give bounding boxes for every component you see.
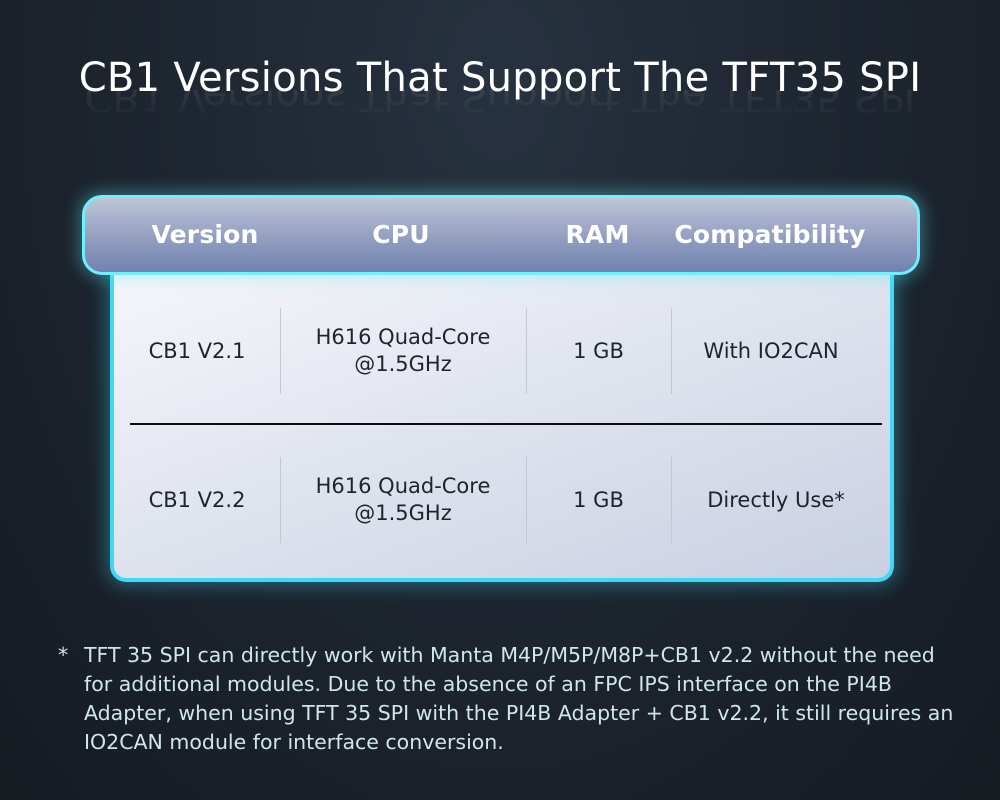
header-cpu: CPU [372, 220, 430, 249]
cpu-line-1: H616 Quad-Core [315, 474, 491, 498]
footnote-text: TFT 35 SPI can directly work with Manta … [84, 643, 954, 754]
table-row: CB1 V2.1 H616 Quad-Core @1.5GHz 1 GB Wit… [114, 308, 890, 398]
footnote: * TFT 35 SPI can directly work with Mant… [58, 641, 958, 757]
cell-compatibility: With IO2CAN [703, 338, 839, 363]
footnote-marker: * [58, 643, 69, 667]
cpu-line-2: @1.5GHz [354, 501, 452, 525]
cell-cpu: H616 Quad-Core @1.5GHz [280, 457, 526, 543]
header-compatibility: Compatibility [674, 220, 866, 249]
title-block: CB1 Versions That Support The TFT35 SPI … [0, 52, 1000, 122]
cell-compatibility: Directly Use* [707, 487, 845, 512]
table-header: Version CPU RAM Compatibility [82, 195, 920, 275]
cell-ram: 1 GB [573, 487, 624, 512]
cell-cpu: H616 Quad-Core @1.5GHz [280, 308, 526, 394]
cpu-line-1: H616 Quad-Core [315, 325, 491, 349]
cpu-line-2: @1.5GHz [354, 352, 452, 376]
cell-version: CB1 V2.1 [148, 338, 246, 363]
table-row: CB1 V2.2 H616 Quad-Core @1.5GHz 1 GB Dir… [114, 457, 890, 547]
page-title-reflection: CB1 Versions That Support The TFT35 SPI [84, 90, 916, 119]
compatibility-table-body: CB1 V2.1 H616 Quad-Core @1.5GHz 1 GB Wit… [110, 260, 894, 582]
cell-version: CB1 V2.2 [148, 487, 246, 512]
header-version: Version [151, 220, 259, 249]
header-ram: RAM [565, 220, 630, 249]
row-divider [130, 423, 882, 425]
cell-ram: 1 GB [573, 338, 624, 363]
